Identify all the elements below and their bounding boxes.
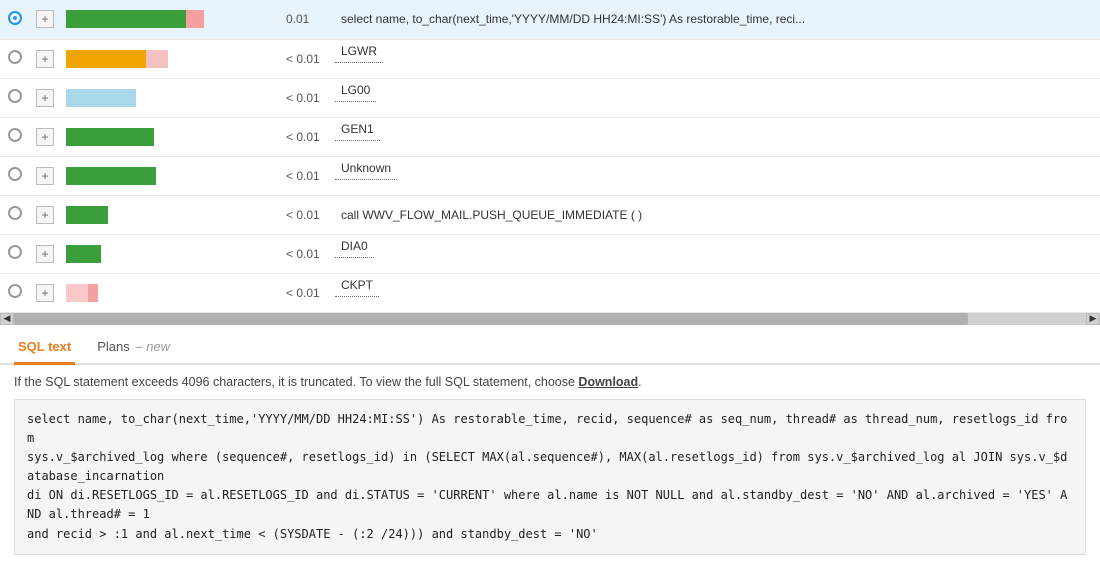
bar-chart bbox=[66, 89, 246, 107]
row-radio[interactable] bbox=[8, 11, 22, 25]
row-sql: select name, to_char(next_time,'YYYY/MM/… bbox=[335, 0, 1100, 39]
bar-segment bbox=[66, 89, 136, 107]
bar-chart bbox=[66, 50, 246, 68]
scroll-right-arrow[interactable]: ▶ bbox=[1086, 313, 1100, 325]
row-value: < 0.01 bbox=[280, 234, 335, 273]
bar-segment bbox=[66, 10, 186, 28]
expand-button[interactable]: + bbox=[36, 10, 54, 28]
expand-button[interactable]: + bbox=[36, 284, 54, 302]
horizontal-scrollbar[interactable]: ◀ ▶ bbox=[0, 313, 1100, 325]
row-radio[interactable] bbox=[8, 128, 22, 142]
row-value: 0.01 bbox=[280, 0, 335, 39]
expand-button[interactable]: + bbox=[36, 245, 54, 263]
bar-segment bbox=[66, 167, 156, 185]
bar-segment bbox=[66, 50, 146, 68]
row-sql: GEN1 bbox=[335, 118, 380, 141]
tab-sql-text[interactable]: SQL text bbox=[14, 331, 75, 365]
row-value: < 0.01 bbox=[280, 156, 335, 195]
bar-segment bbox=[66, 206, 108, 224]
table-row[interactable]: + < 0.01Unknown bbox=[0, 156, 1100, 195]
row-radio[interactable] bbox=[8, 167, 22, 181]
row-value: < 0.01 bbox=[280, 195, 335, 234]
tab-plans[interactable]: Plans – new bbox=[93, 331, 174, 365]
row-sql: DIA0 bbox=[335, 235, 374, 258]
bar-chart bbox=[66, 284, 246, 302]
bar-segment bbox=[66, 245, 101, 263]
row-value: < 0.01 bbox=[280, 39, 335, 78]
row-sql: call WWV_FLOW_MAIL.PUSH_QUEUE_IMMEDIATE … bbox=[335, 195, 1100, 234]
scrollbar-thumb[interactable] bbox=[14, 313, 968, 325]
table-row[interactable]: +0.01select name, to_char(next_time,'YYY… bbox=[0, 0, 1100, 39]
bar-chart bbox=[66, 10, 246, 28]
table-row[interactable]: + < 0.01DIA0 bbox=[0, 234, 1100, 273]
bar-segment bbox=[186, 10, 204, 28]
bar-segment bbox=[66, 128, 154, 146]
row-radio[interactable] bbox=[8, 50, 22, 64]
tabs-bar: SQL text Plans – new bbox=[0, 331, 1100, 365]
expand-button[interactable]: + bbox=[36, 167, 54, 185]
expand-button[interactable]: + bbox=[36, 89, 54, 107]
expand-button[interactable]: + bbox=[36, 50, 54, 68]
download-link[interactable]: Download bbox=[578, 375, 638, 389]
row-radio[interactable] bbox=[8, 284, 22, 298]
scroll-left-arrow[interactable]: ◀ bbox=[0, 313, 14, 325]
row-radio[interactable] bbox=[8, 206, 22, 220]
bar-chart bbox=[66, 206, 246, 224]
row-radio[interactable] bbox=[8, 245, 22, 259]
table-row[interactable]: + < 0.01GEN1 bbox=[0, 117, 1100, 156]
info-text: If the SQL statement exceeds 4096 charac… bbox=[0, 365, 1100, 399]
bar-chart bbox=[66, 128, 246, 146]
row-radio[interactable] bbox=[8, 89, 22, 103]
expand-button[interactable]: + bbox=[36, 128, 54, 146]
bar-segment bbox=[88, 284, 98, 302]
row-value: < 0.01 bbox=[280, 273, 335, 312]
row-sql: LGWR bbox=[335, 40, 383, 63]
row-value: < 0.01 bbox=[280, 78, 335, 117]
table-row[interactable]: + < 0.01CKPT bbox=[0, 273, 1100, 312]
bar-chart bbox=[66, 245, 246, 263]
row-sql: Unknown bbox=[335, 157, 397, 180]
table-row[interactable]: + < 0.01LG00 bbox=[0, 78, 1100, 117]
row-sql: LG00 bbox=[335, 79, 376, 102]
tab-plans-new-label: – new bbox=[135, 339, 170, 354]
row-value: < 0.01 bbox=[280, 117, 335, 156]
data-table: +0.01select name, to_char(next_time,'YYY… bbox=[0, 0, 1100, 313]
bar-segment bbox=[66, 284, 88, 302]
table-row[interactable]: + < 0.01LGWR bbox=[0, 39, 1100, 78]
bar-chart bbox=[66, 167, 246, 185]
table-row[interactable]: + < 0.01call WWV_FLOW_MAIL.PUSH_QUEUE_IMM… bbox=[0, 195, 1100, 234]
expand-button[interactable]: + bbox=[36, 206, 54, 224]
bar-segment bbox=[146, 50, 168, 68]
sql-code-block: select name, to_char(next_time,'YYYY/MM/… bbox=[14, 399, 1086, 555]
row-sql: CKPT bbox=[335, 274, 379, 297]
